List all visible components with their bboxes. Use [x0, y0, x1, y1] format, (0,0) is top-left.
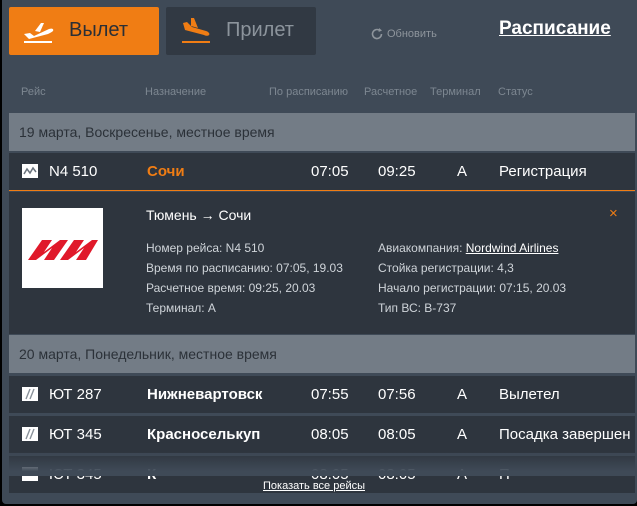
plane-landing-icon	[182, 18, 210, 43]
airline-logo-icon	[22, 387, 38, 401]
flight-destination: Красноселькуп	[147, 426, 261, 443]
flight-terminal: A	[457, 163, 468, 180]
departures-tab[interactable]: Вылет	[9, 7, 159, 55]
flight-estimated-time: 08:05	[378, 426, 416, 443]
detail-scheduled-time: Время по расписанию: 07:05, 19.03	[146, 261, 343, 275]
flight-destination: Нижневартовск	[147, 386, 263, 403]
detail-terminal: Терминал: A	[146, 301, 216, 315]
schedule-link[interactable]: Расписание	[499, 18, 611, 40]
refresh-button[interactable]: Обновить	[370, 26, 437, 42]
departures-tab-label: Вылет	[69, 19, 129, 41]
show-all-flights-link[interactable]: Показать все рейсы	[263, 480, 365, 492]
arrivals-tab[interactable]: Прилет	[166, 7, 316, 55]
day-header: 19 марта, Воскресенье, местное время	[9, 113, 635, 151]
flight-destination: Сочи	[147, 163, 185, 180]
flight-board-widget: Вылет Прилет Обновить Расписание Рейс На…	[2, 0, 637, 504]
flight-row[interactable]: N4 510 Сочи 07:05 09:25 A Регистрация	[9, 153, 635, 190]
plane-takeoff-icon	[24, 23, 54, 43]
flight-code: N4 510	[49, 163, 98, 180]
detail-checkin-desk: Стойка регистрации: 4,3	[378, 261, 514, 275]
flight-terminal: A	[457, 386, 468, 403]
column-header-terminal: Терминал	[430, 86, 481, 98]
airline-logo-icon	[22, 164, 38, 178]
detail-airline: Авиакомпания: Nordwind Airlines	[378, 241, 558, 255]
flight-detail-panel: Тюмень → Сочи × Номер рейса: N4 510 Врем…	[9, 192, 635, 334]
flight-code: ЮТ 345	[49, 426, 102, 443]
airline-logo	[22, 208, 103, 288]
arrivals-tab-label: Прилет	[226, 19, 294, 41]
close-icon[interactable]: ×	[609, 205, 618, 222]
detail-flight-number: Номер рейса: N4 510	[146, 241, 265, 255]
flight-scheduled-time: 08:05	[311, 426, 349, 443]
nordwind-logo-icon	[28, 240, 98, 260]
flight-estimated-time: 07:56	[378, 386, 416, 403]
flight-scheduled-time: 07:55	[311, 386, 349, 403]
flight-row[interactable]: ЮТ 345 Красноселькуп 08:05 08:05 A Посад…	[9, 416, 635, 453]
flight-status: Регистрация	[499, 163, 587, 180]
column-header-flight: Рейс	[21, 86, 46, 98]
top-bar: Вылет Прилет Обновить Расписание	[2, 0, 637, 62]
column-header-scheduled: По расписанию	[269, 86, 349, 98]
airline-link[interactable]: Nordwind Airlines	[466, 241, 559, 255]
refresh-label: Обновить	[387, 28, 437, 40]
airline-logo-icon	[22, 427, 38, 441]
detail-estimated-time: Расчетное время: 09:25, 20.03	[146, 281, 316, 295]
flight-code: ЮТ 287	[49, 386, 102, 403]
detail-checkin-start: Начало регистрации: 07:15, 20.03	[378, 281, 567, 295]
day-header: 20 марта, Понедельник, местное время	[9, 335, 635, 373]
column-header-estimated: Расчетное	[364, 86, 418, 98]
column-header-destination: Назначение	[145, 86, 207, 98]
flight-estimated-time: 09:25	[378, 163, 416, 180]
flight-route: Тюмень → Сочи	[146, 207, 252, 223]
refresh-icon	[371, 28, 383, 40]
detail-airline-label: Авиакомпания:	[378, 241, 466, 255]
column-header-status: Статус	[498, 86, 533, 98]
flight-row[interactable]: ЮТ 287 Нижневартовск 07:55 07:56 A Вылет…	[9, 376, 635, 413]
row-divider	[9, 190, 635, 191]
flight-scheduled-time: 07:05	[311, 163, 349, 180]
flight-terminal: A	[457, 426, 468, 443]
flight-status: Вылетел	[499, 386, 560, 403]
detail-aircraft: Тип ВС: B-737	[378, 301, 457, 315]
flight-status: Посадка завершен	[499, 426, 631, 443]
list-fade-overlay	[9, 452, 635, 476]
